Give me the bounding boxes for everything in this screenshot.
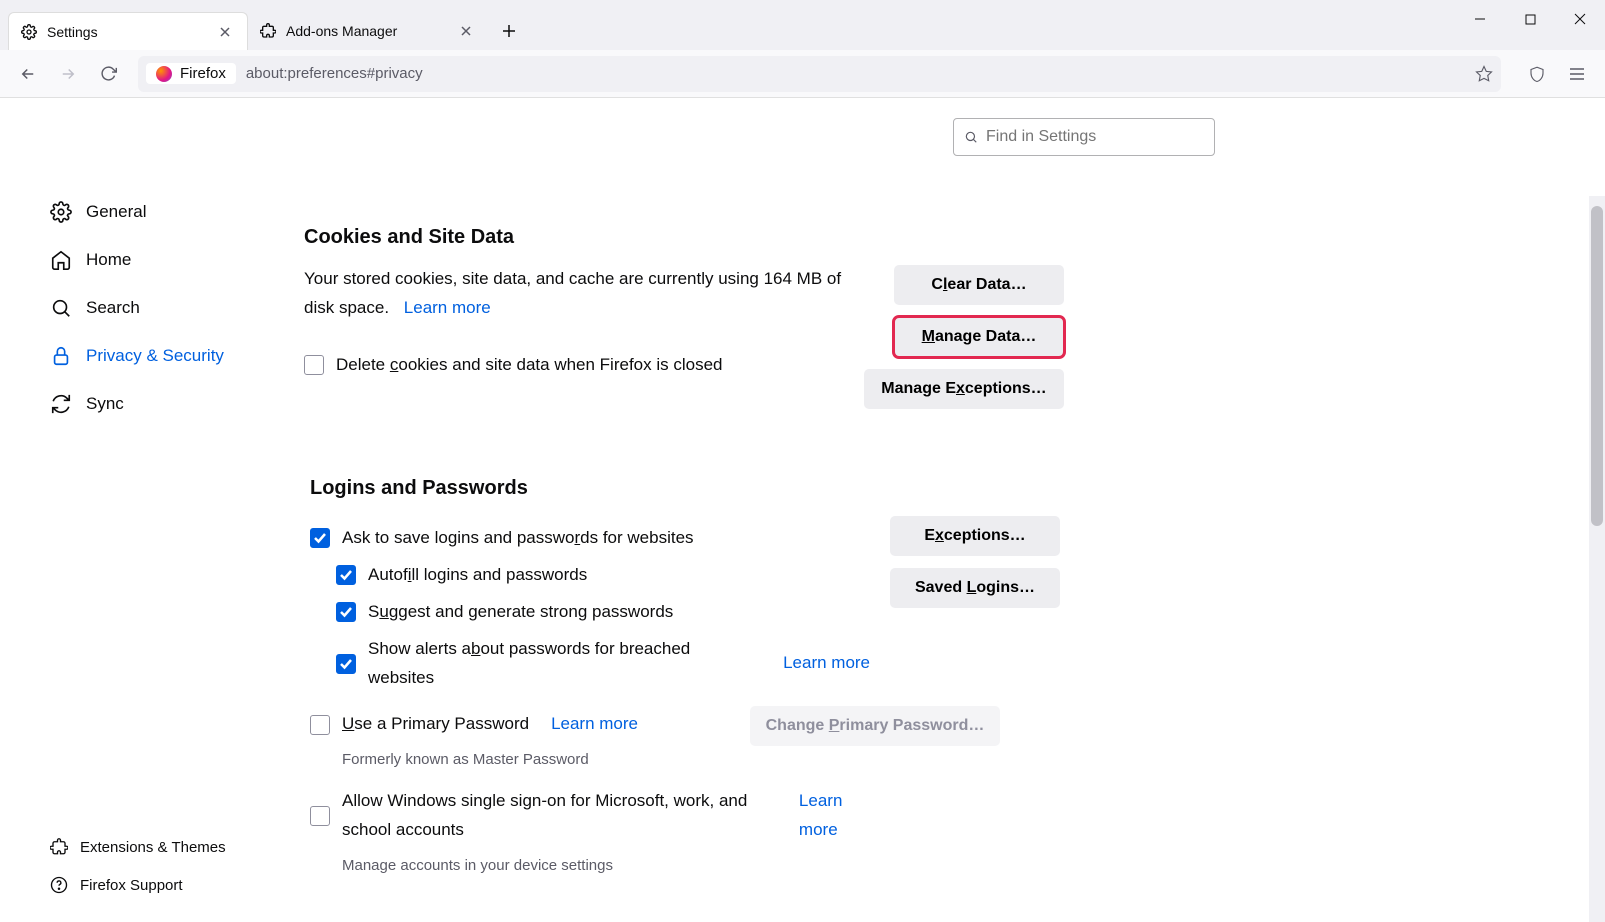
reload-button[interactable]	[90, 56, 126, 92]
tab-label: Add-ons Manager	[286, 23, 456, 39]
new-tab-button[interactable]	[494, 16, 524, 46]
sidebar-item-home[interactable]: Home	[50, 236, 280, 284]
cookies-learn-more[interactable]: Learn more	[404, 298, 491, 317]
autofill-label: Autofill logins and passwords	[368, 561, 587, 590]
checkbox-ask-save[interactable]	[310, 528, 330, 548]
search-icon	[50, 297, 72, 319]
sidebar-item-search[interactable]: Search	[50, 284, 280, 332]
cookies-desc: Your stored cookies, site data, and cach…	[304, 269, 841, 317]
scrollbar-thumb[interactable]	[1591, 206, 1603, 526]
suggest-label: Suggest and generate strong passwords	[368, 598, 673, 627]
sidebar-extensions[interactable]: Extensions & Themes	[50, 828, 226, 866]
checkbox-primary-password[interactable]	[310, 715, 330, 735]
sidebar: General Home Search Privacy & Security S…	[0, 98, 280, 922]
tab-close-icon[interactable]	[456, 21, 476, 41]
forward-button[interactable]	[50, 56, 86, 92]
checkbox-suggest[interactable]	[336, 602, 356, 622]
tab-settings[interactable]: Settings	[8, 12, 248, 50]
back-button[interactable]	[10, 56, 46, 92]
alerts-learn-more[interactable]: Learn more	[783, 649, 870, 678]
gear-icon	[21, 24, 37, 40]
home-icon	[50, 249, 72, 271]
ask-save-label: Ask to save logins and passwords for web…	[342, 524, 694, 553]
url-bar[interactable]: Firefox about:preferences#privacy	[138, 56, 1501, 92]
identity-label: Firefox	[180, 65, 226, 82]
content: Cookies and Site Data Your stored cookie…	[280, 98, 1330, 922]
preferences-page: General Home Search Privacy & Security S…	[0, 98, 1605, 922]
gear-icon	[50, 201, 72, 223]
pocket-button[interactable]	[1519, 56, 1555, 92]
identity-box[interactable]: Firefox	[146, 63, 236, 84]
tab-label: Settings	[47, 24, 215, 40]
sso-subtext: Manage accounts in your device settings	[342, 853, 870, 879]
cookies-heading: Cookies and Site Data	[304, 226, 1290, 249]
question-icon	[50, 876, 68, 894]
sidebar-item-privacy[interactable]: Privacy & Security	[50, 332, 280, 380]
lock-icon	[50, 345, 72, 367]
sidebar-label: Search	[86, 298, 140, 318]
formerly-text: Formerly known as Master Password	[342, 747, 870, 773]
sso-label: Allow Windows single sign-on for Microso…	[342, 787, 777, 845]
section-logins: Logins and Passwords Ask to save logins …	[280, 477, 1290, 878]
clear-data-button[interactable]: Clear Data…	[894, 265, 1064, 305]
checkbox-delete-on-close[interactable]	[304, 355, 324, 375]
alerts-label: Show alerts about passwords for breached…	[368, 635, 761, 693]
sidebar-item-general[interactable]: General	[50, 188, 280, 236]
checkbox-autofill[interactable]	[336, 565, 356, 585]
sync-icon	[50, 393, 72, 415]
sidebar-label: Sync	[86, 394, 124, 414]
sidebar-label: Privacy & Security	[86, 346, 224, 366]
support-label: Firefox Support	[80, 877, 183, 894]
url-text: about:preferences#privacy	[246, 65, 1475, 82]
window-controls	[1455, 0, 1605, 50]
sidebar-label: General	[86, 202, 146, 222]
logins-exceptions-button[interactable]: Exceptions…	[890, 516, 1060, 556]
primary-learn-more[interactable]: Learn more	[551, 710, 638, 739]
close-window-button[interactable]	[1555, 0, 1605, 38]
manage-exceptions-button[interactable]: Manage Exceptions…	[864, 369, 1064, 409]
firefox-logo-icon	[156, 66, 172, 82]
section-cookies: Cookies and Site Data Your stored cookie…	[280, 226, 1290, 409]
checkbox-windows-sso[interactable]	[310, 806, 330, 826]
sso-learn-more[interactable]: Learn more	[799, 787, 870, 845]
maximize-button[interactable]	[1505, 0, 1555, 38]
toolbar: Firefox about:preferences#privacy	[0, 50, 1605, 98]
logins-heading: Logins and Passwords	[310, 477, 1290, 500]
app-menu-button[interactable]	[1559, 56, 1595, 92]
tab-close-icon[interactable]	[215, 22, 235, 42]
saved-logins-button[interactable]: Saved Logins…	[890, 568, 1060, 608]
primary-label: Use a Primary Password	[342, 710, 529, 739]
sidebar-label: Home	[86, 250, 131, 270]
puzzle-icon	[50, 838, 68, 856]
manage-data-button[interactable]: Manage Data…	[894, 317, 1064, 357]
change-primary-password-button[interactable]: Change Primary Password…	[750, 706, 1000, 746]
bookmark-star-icon[interactable]	[1475, 65, 1493, 83]
sidebar-support[interactable]: Firefox Support	[50, 866, 226, 904]
delete-on-close-label: Delete cookies and site data when Firefo…	[336, 351, 723, 380]
extensions-label: Extensions & Themes	[80, 839, 226, 856]
checkbox-alerts[interactable]	[336, 654, 356, 674]
minimize-button[interactable]	[1455, 0, 1505, 38]
sidebar-item-sync[interactable]: Sync	[50, 380, 280, 428]
tab-addons[interactable]: Add-ons Manager	[248, 12, 488, 50]
tab-bar: Settings Add-ons Manager	[0, 0, 1605, 50]
puzzle-icon	[260, 23, 276, 39]
vertical-scrollbar[interactable]	[1589, 196, 1605, 922]
